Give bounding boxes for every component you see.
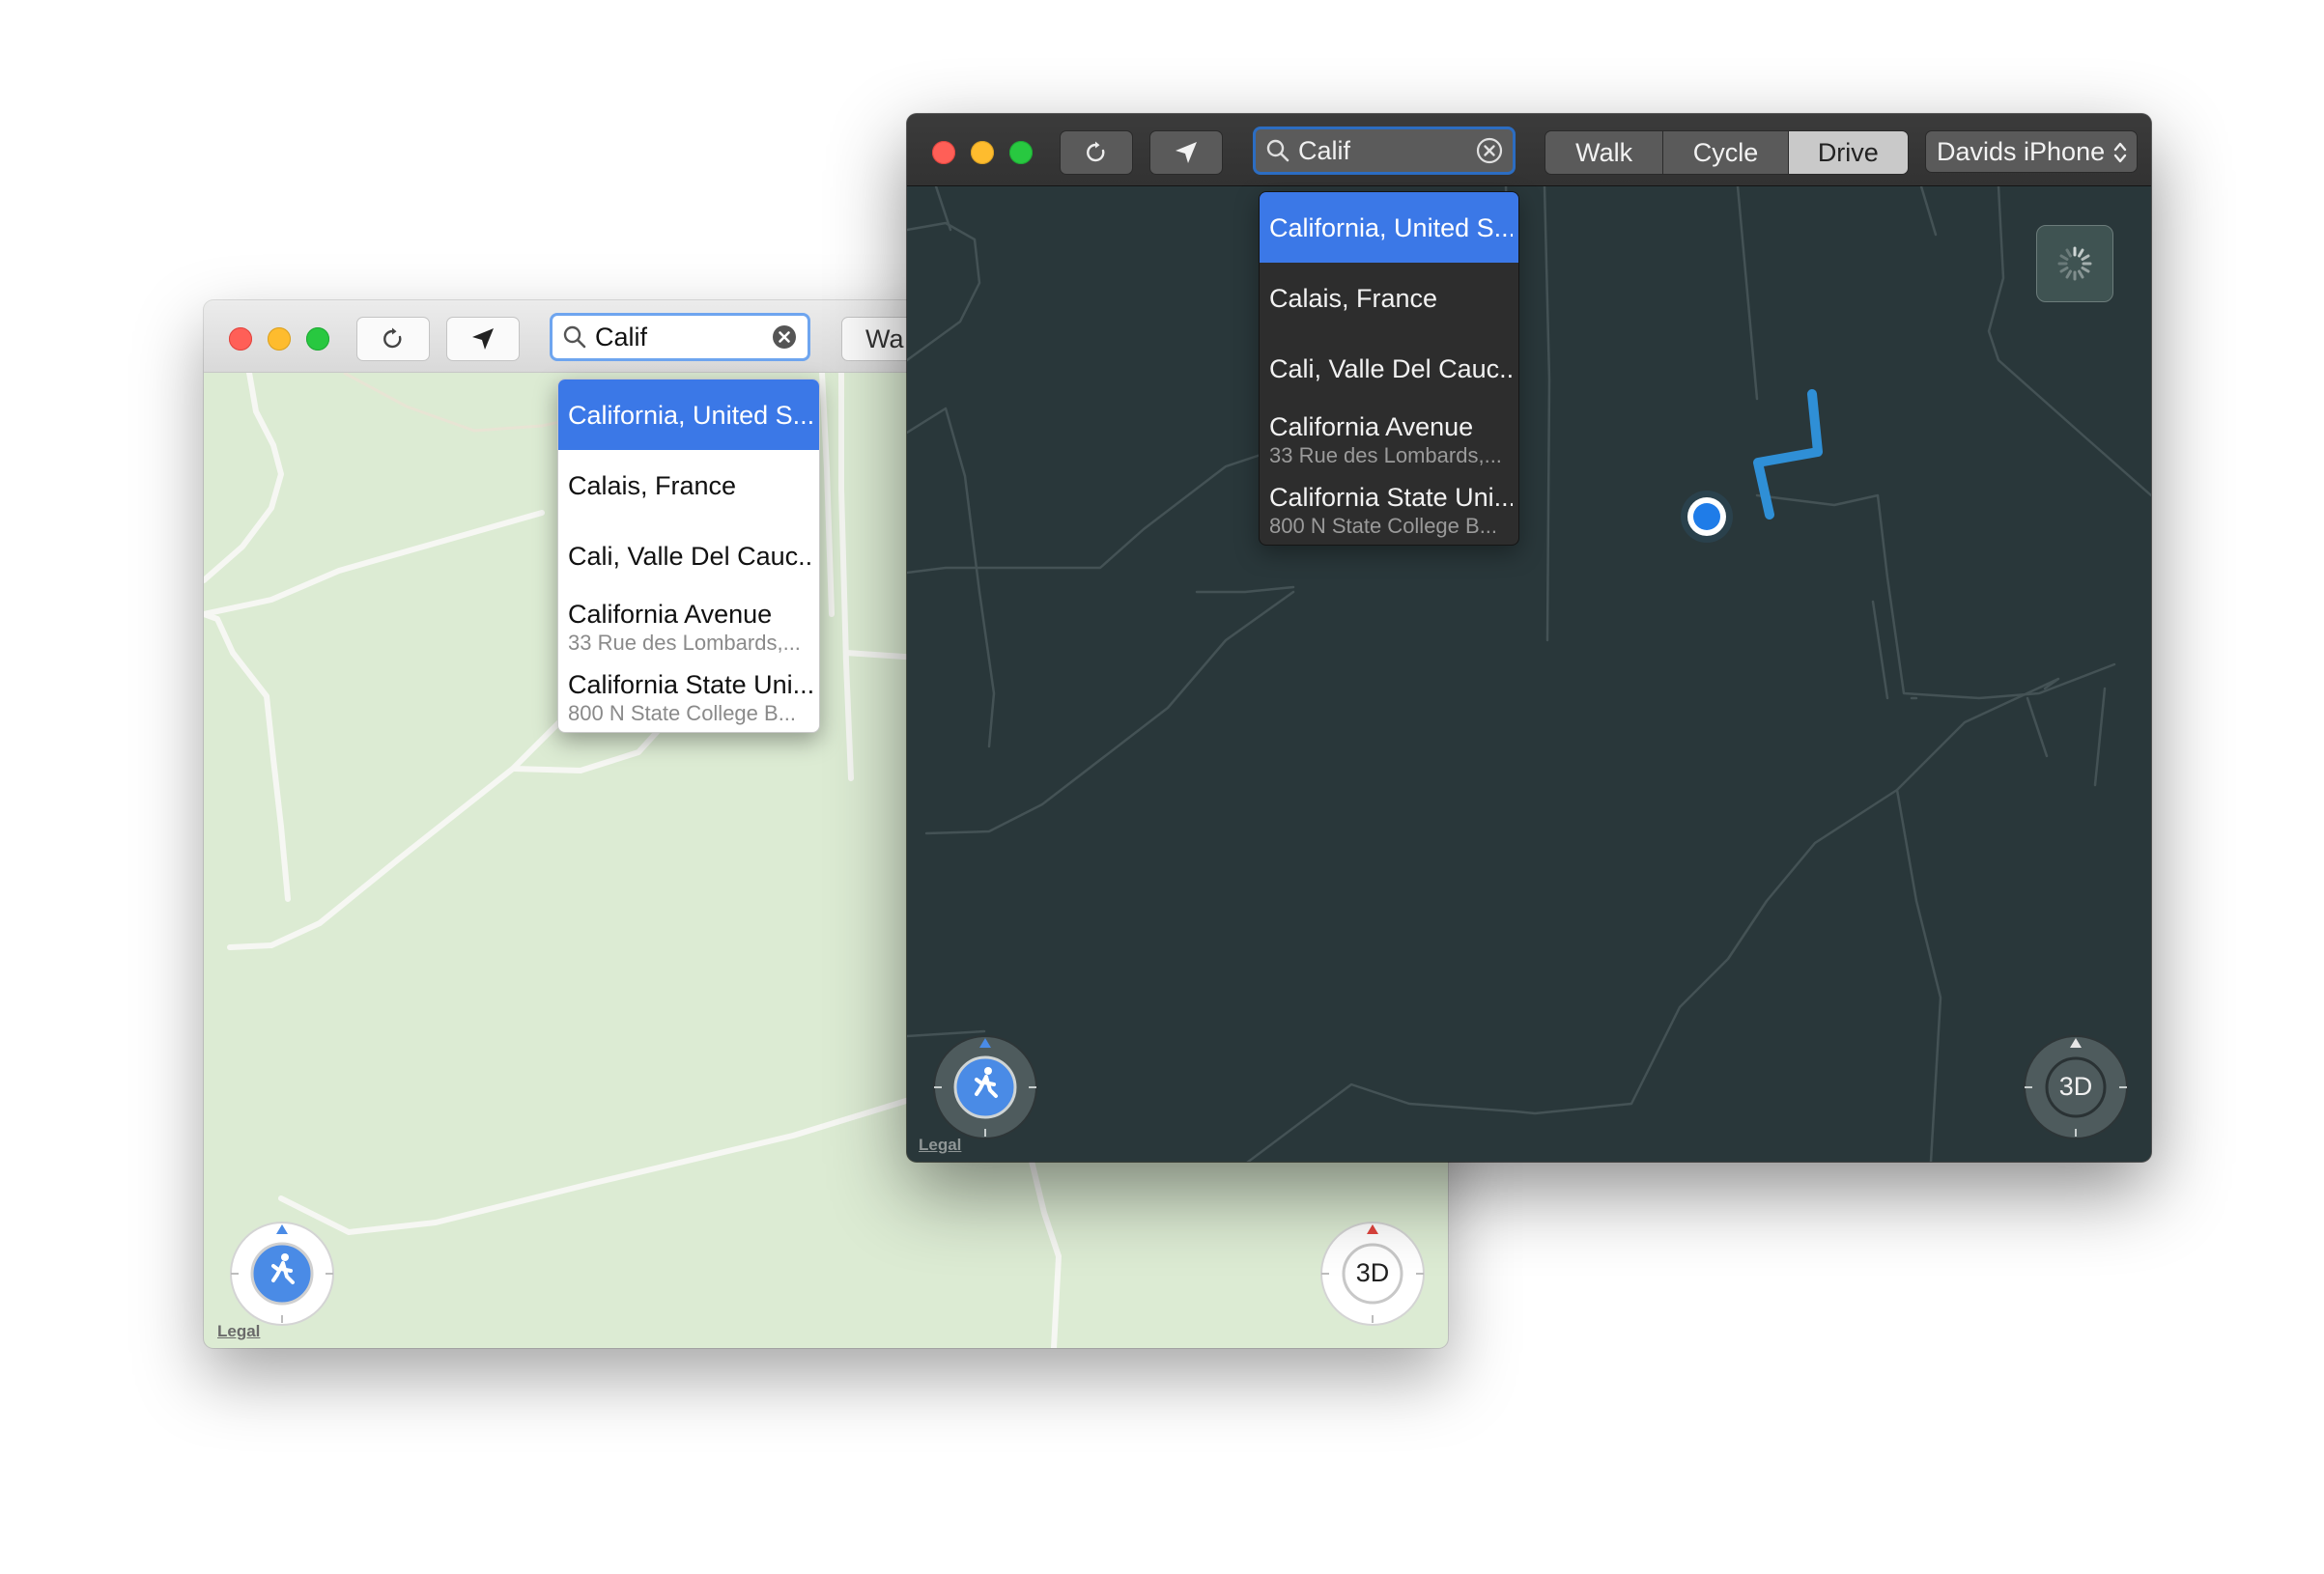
current-location-dot <box>1693 503 1720 530</box>
suggestions-dropdown: California, United S... Calais, France C… <box>1259 191 1519 546</box>
suggestion-item[interactable]: California State Uni... 800 N State Colle… <box>1260 474 1518 545</box>
minimize-button[interactable] <box>971 141 994 164</box>
suggestion-item[interactable]: California State Uni... 800 N State Colle… <box>558 661 819 732</box>
transport-cycle[interactable]: Cycle <box>1663 131 1789 174</box>
device-label: Davids iPhone <box>1937 136 2106 166</box>
compass-control[interactable] <box>229 1221 335 1327</box>
3d-label: 3D <box>1355 1258 1390 1287</box>
maps-window-dark: Calif Walk Cycle Drive Davids iPhone Cal… <box>907 114 2151 1162</box>
location-arrow-icon <box>1176 142 1197 163</box>
suggestions-dropdown: California, United S... Calais, France C… <box>557 379 820 733</box>
search-icon <box>563 325 586 349</box>
compass-ring <box>230 1222 334 1326</box>
current-location-button[interactable] <box>446 317 520 361</box>
transport-segmented-control: Walk Cycle Drive <box>1545 130 1909 175</box>
compass-ring <box>933 1035 1037 1139</box>
refresh-icon <box>1087 141 1105 162</box>
3d-control[interactable]: 3D <box>1319 1221 1426 1327</box>
compass-control[interactable] <box>932 1034 1038 1140</box>
refresh-button[interactable] <box>1060 130 1133 175</box>
search-icon <box>1266 139 1290 162</box>
zoom-button[interactable] <box>306 327 329 351</box>
suggestion-item[interactable]: California, United S... <box>558 379 819 450</box>
transport-walk[interactable]: Walk <box>1545 131 1664 174</box>
clear-icon[interactable] <box>1476 137 1503 164</box>
legal-link[interactable]: Legal <box>919 1136 961 1155</box>
toolbar: Calif Walk Cycle Drive Davids iPhone <box>907 114 2151 186</box>
loading-indicator <box>2036 225 2113 302</box>
legal-link[interactable]: Legal <box>217 1322 260 1341</box>
minimize-button[interactable] <box>268 327 291 351</box>
current-location-button[interactable] <box>1149 130 1223 175</box>
search-input[interactable]: Calif <box>595 323 771 352</box>
close-button[interactable] <box>229 327 252 351</box>
search-input[interactable]: Calif <box>1298 136 1476 166</box>
suggestion-item[interactable]: Cali, Valle Del Cauc... <box>1260 333 1518 404</box>
suggestion-item[interactable]: Calais, France <box>1260 263 1518 333</box>
refresh-icon <box>383 327 402 349</box>
suggestion-item[interactable]: Cali, Valle Del Cauc... <box>558 520 819 591</box>
suggestion-item[interactable]: Calais, France <box>558 450 819 520</box>
spinner-icon <box>2057 246 2092 281</box>
search-field[interactable]: Calif <box>550 313 810 361</box>
close-button[interactable] <box>932 141 955 164</box>
3d-label: 3D <box>2058 1072 2093 1101</box>
search-field[interactable]: Calif <box>1253 126 1516 175</box>
zoom-button[interactable] <box>1009 141 1033 164</box>
suggestion-item[interactable]: California Avenue 33 Rue des Lombards,... <box>1260 404 1518 474</box>
up-down-chevron-icon <box>2113 142 2127 163</box>
route-overlay <box>1681 389 1823 543</box>
3d-control[interactable]: 3D <box>2023 1034 2129 1140</box>
device-selector[interactable]: Davids iPhone <box>1925 130 2138 173</box>
suggestion-item[interactable]: California, United S... <box>1260 192 1518 263</box>
transport-drive[interactable]: Drive <box>1788 131 1908 174</box>
refresh-button[interactable] <box>356 317 430 361</box>
clear-icon[interactable] <box>771 323 798 351</box>
map-view-dark[interactable] <box>907 186 2151 1162</box>
location-arrow-icon <box>472 328 494 350</box>
suggestion-item[interactable]: California Avenue 33 Rue des Lombards,... <box>558 591 819 661</box>
